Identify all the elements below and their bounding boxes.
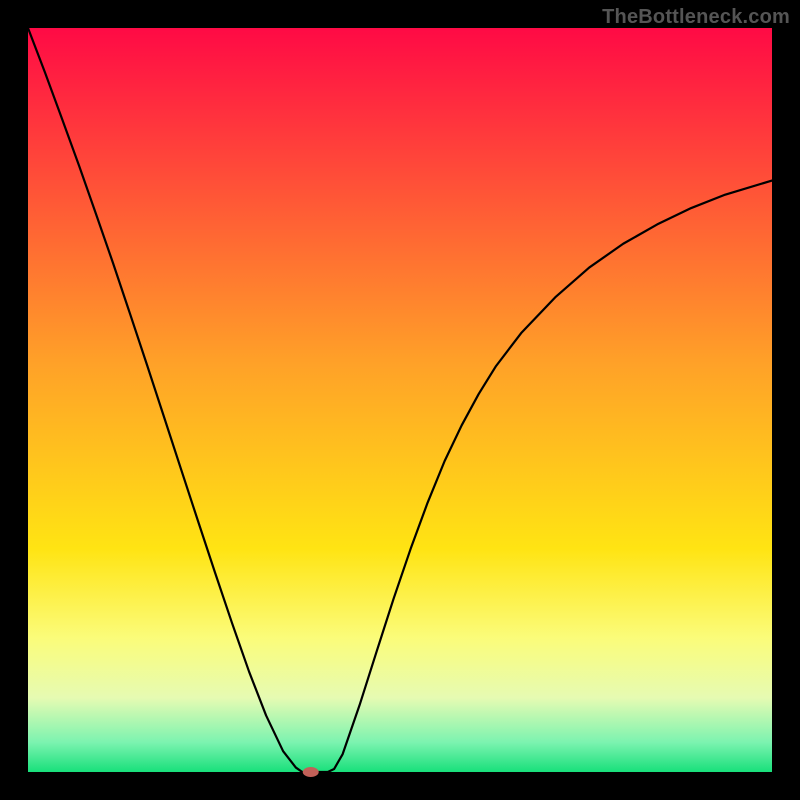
optimum-marker <box>303 767 319 777</box>
plot-background <box>28 28 772 772</box>
bottleneck-chart: TheBottleneck.com <box>0 0 800 800</box>
chart-svg <box>0 0 800 800</box>
watermark-text: TheBottleneck.com <box>602 6 790 29</box>
